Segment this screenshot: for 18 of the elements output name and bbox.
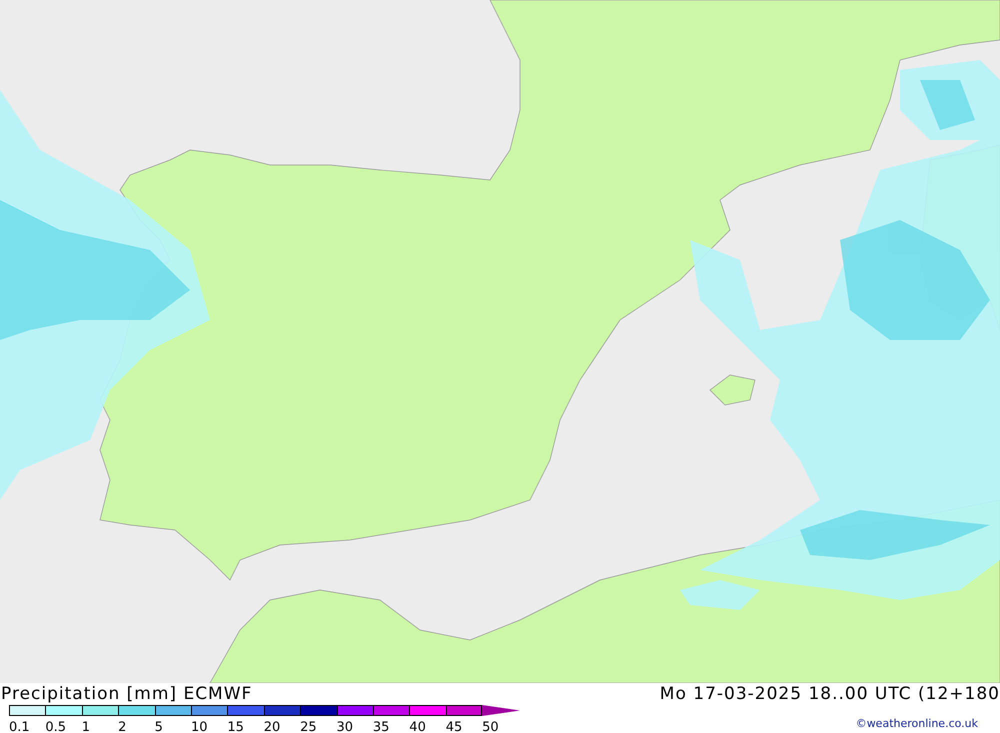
map-title: Precipitation [mm] ECMWF [0,683,252,705]
legend-label: 40 [409,720,426,733]
legend-label: 2 [118,720,126,733]
legend-label: 0.1 [9,720,30,733]
legend-label: 25 [300,720,317,733]
legend-label: 50 [482,720,499,733]
legend-arrow [482,705,520,716]
legend-label: 10 [190,720,208,733]
legend-label: 0.5 [45,720,66,733]
legend-label: 20 [264,720,280,733]
valid-time: Mo 17-03-2025 18..00 UTC (12+180 [658,683,1000,705]
copyright-text[interactable]: ©weatheronline.co.uk [856,717,978,730]
legend-label: 35 [372,720,390,733]
legend-label: 1 [82,720,90,733]
legend-label: 30 [336,720,354,733]
legend-label: 45 [446,720,462,733]
legend-label: 5 [154,720,163,733]
legend-label: 15 [227,720,244,733]
